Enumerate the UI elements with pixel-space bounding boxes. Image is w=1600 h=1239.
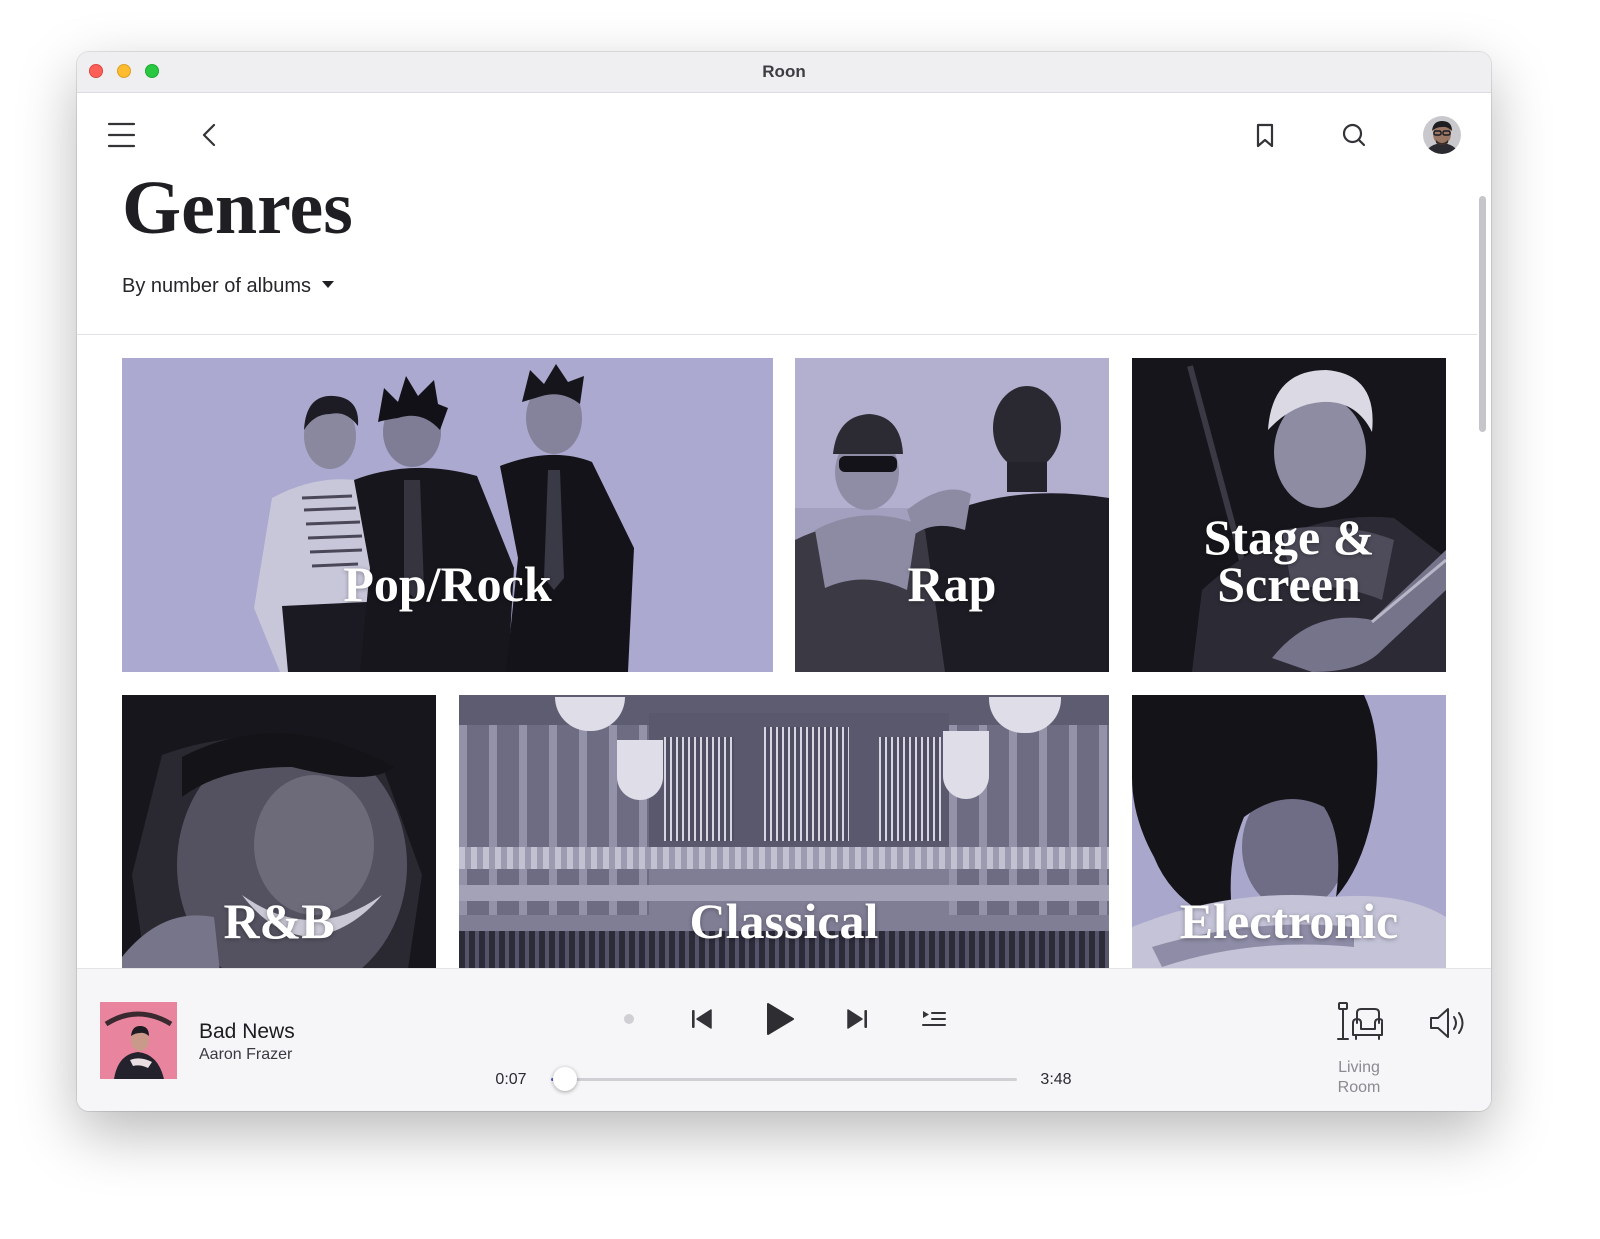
chevron-left-icon [202, 123, 216, 147]
genre-label: Pop/Rock [343, 556, 552, 612]
rap-image [795, 358, 1109, 672]
total-duration: 3:48 [1040, 1071, 1072, 1088]
user-avatar-icon [1423, 116, 1461, 154]
tile-label-container: Rap [795, 556, 1109, 612]
bookmark-button[interactable] [1245, 115, 1285, 155]
genre-label: R&B [223, 893, 335, 949]
search-button[interactable] [1334, 115, 1374, 155]
progress-track[interactable] [551, 1078, 1017, 1081]
menu-button[interactable] [101, 115, 141, 155]
app-window: Roon Genres By number of albums Pop/Rock… [77, 52, 1491, 1111]
genre-label: Classical [689, 893, 879, 949]
main-content: Genres By number of albums Pop/Rock Rap … [77, 52, 1491, 968]
previous-icon [692, 1009, 712, 1029]
menu-icon [107, 122, 136, 148]
page-title: Genres [122, 166, 353, 250]
track-title[interactable]: Bad News [199, 1019, 295, 1045]
zone-lamp-armchair-icon [1337, 1002, 1384, 1040]
tile-label-container: Electronic [1132, 893, 1446, 949]
volume-button[interactable] [1426, 1003, 1470, 1043]
caret-down-icon [321, 281, 334, 289]
status-dot-icon [624, 1014, 634, 1024]
speaker-volume-icon [1430, 1008, 1464, 1038]
genre-tile-pop-rock[interactable]: Pop/Rock [122, 358, 773, 672]
back-button[interactable] [189, 115, 229, 155]
queue-button[interactable] [919, 1004, 949, 1034]
sort-dropdown[interactable]: By number of albums [122, 274, 334, 298]
tile-label-container: R&B [122, 893, 436, 949]
pop-rock-image [122, 358, 773, 672]
genre-tile-stage-screen[interactable]: Stage & Screen [1132, 358, 1446, 672]
now-playing-bar: Bad News Aaron Frazer 0:07 3:48 Living R… [77, 968, 1491, 1111]
track-artist[interactable]: Aaron Frazer [199, 1045, 292, 1065]
next-icon [847, 1009, 867, 1029]
zone-button[interactable] [1333, 1001, 1384, 1045]
header-divider [77, 334, 1477, 335]
profile-avatar[interactable] [1423, 116, 1461, 154]
genre-tile-rnb[interactable]: R&B [122, 695, 436, 968]
genre-tile-electronic[interactable]: Electronic [1132, 695, 1446, 968]
tile-label-container: Classical [459, 893, 1109, 949]
title-bar: Roon [77, 52, 1491, 93]
sort-dropdown-label: By number of albums [122, 275, 311, 297]
elapsed-time: 0:07 [495, 1071, 527, 1088]
next-button[interactable] [842, 1004, 872, 1034]
genre-label: Stage & Screen [1203, 509, 1375, 612]
tile-label-container: Pop/Rock [122, 556, 773, 612]
vertical-scrollbar[interactable] [1479, 196, 1486, 432]
search-icon [1342, 123, 1366, 147]
genre-tile-classical[interactable]: Classical [459, 695, 1109, 968]
previous-button[interactable] [687, 1004, 717, 1034]
genre-tile-rap[interactable]: Rap [795, 358, 1109, 672]
play-icon [767, 1003, 794, 1035]
progress-knob[interactable] [553, 1067, 578, 1091]
album-art[interactable] [100, 1002, 177, 1079]
zone-name[interactable]: Living Room [1324, 1058, 1394, 1098]
play-button[interactable] [759, 999, 799, 1039]
bookmark-icon [1256, 123, 1274, 148]
genre-label: Electronic [1179, 893, 1399, 949]
genre-label: Rap [907, 556, 997, 612]
album-cover-image [100, 1002, 177, 1079]
tile-label-container: Stage & Screen [1132, 509, 1446, 612]
window-title: Roon [762, 62, 806, 81]
queue-icon [922, 1011, 946, 1026]
